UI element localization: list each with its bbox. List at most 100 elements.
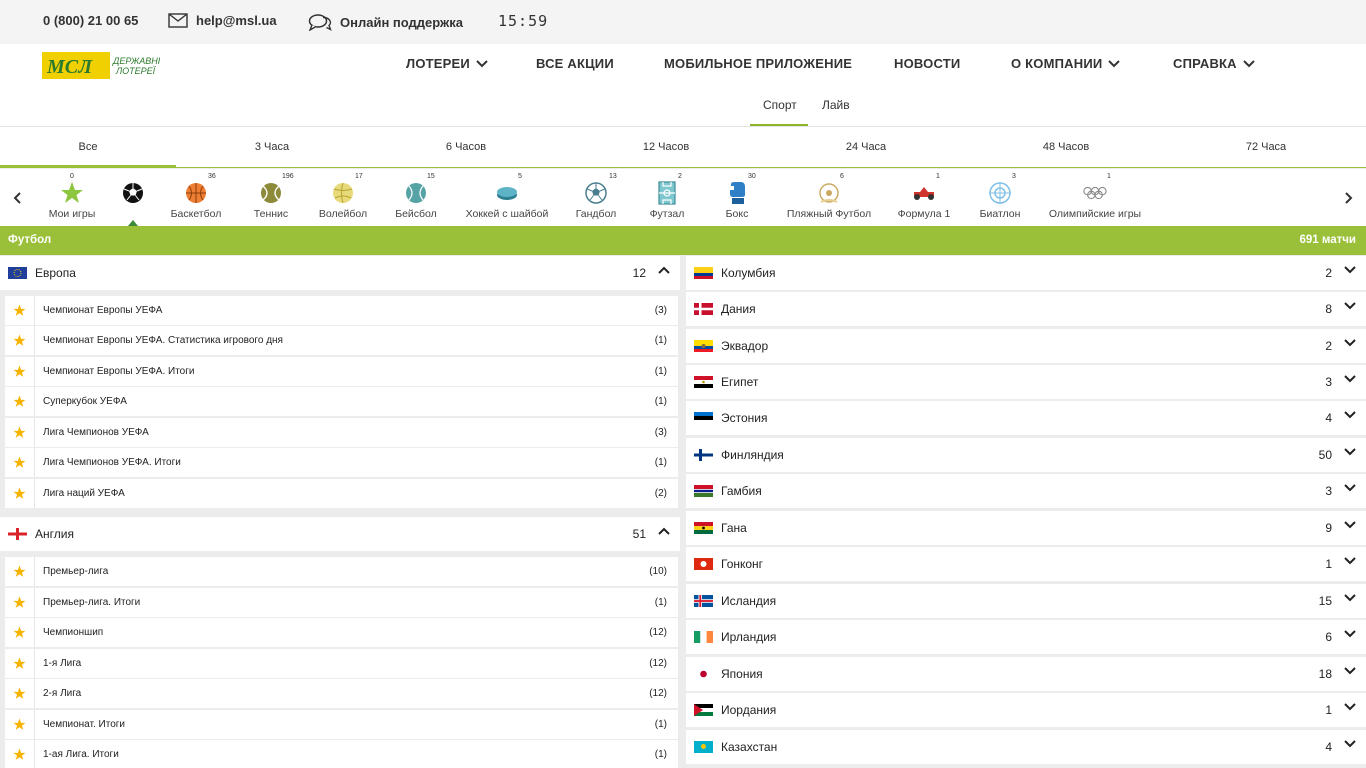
- hockey-puck-icon: [495, 181, 519, 205]
- nav-mobile-app[interactable]: МОБИЛЬНОЕ ПРИЛОЖЕНИЕ: [664, 56, 852, 71]
- country-row-jordan[interactable]: Иордания 1: [686, 693, 1366, 727]
- sport-handball[interactable]: 13 Гандбол: [574, 169, 618, 226]
- country-row-finland[interactable]: Финляндия 50: [686, 438, 1366, 472]
- timeframe-all[interactable]: Все: [79, 141, 98, 153]
- japan-flag-icon: [694, 668, 713, 680]
- timeframe-6h[interactable]: 6 Часов: [446, 141, 486, 153]
- sport-basketball[interactable]: 36 Баскетбол: [168, 169, 224, 226]
- favorite-star-icon[interactable]: [5, 448, 35, 477]
- country-row-ecuador[interactable]: Эквадор 2: [686, 329, 1366, 363]
- country-row-ghana[interactable]: Гана 9: [686, 511, 1366, 545]
- carousel-next-button[interactable]: [1332, 169, 1366, 226]
- country-row-gambia[interactable]: Гамбия 3: [686, 474, 1366, 508]
- phone-number[interactable]: 0 (800) 21 00 65: [43, 13, 138, 28]
- timeframe-48h[interactable]: 48 Часов: [1043, 141, 1089, 153]
- league-row[interactable]: 1-ая Лига. Итоги (1): [5, 740, 678, 768]
- country-row-iceland[interactable]: Исландия 15: [686, 584, 1366, 618]
- league-row[interactable]: Чемпионат. Итоги (1): [5, 710, 678, 739]
- england-flag-icon: [8, 528, 27, 540]
- league-row[interactable]: Чемпионат Европы УЕФА. Итоги (1): [5, 357, 678, 386]
- sport-boxing[interactable]: 30 Бокс: [722, 169, 756, 226]
- timeframe-filter: Все 3 Часа 6 Часов 12 Часов 24 Часа 48 Ч…: [0, 127, 1366, 168]
- league-row[interactable]: Лига наций УЕФА (2): [5, 479, 678, 508]
- ghana-flag-icon: [694, 522, 713, 534]
- online-support-link[interactable]: Онлайн поддержка: [308, 13, 463, 31]
- email-link[interactable]: help@msl.ua: [168, 13, 277, 28]
- league-row[interactable]: Суперкубок УЕФА (1): [5, 387, 678, 416]
- ireland-flag-icon: [694, 631, 713, 643]
- favorite-star-icon[interactable]: [5, 296, 35, 325]
- favorite-star-icon[interactable]: [5, 418, 35, 447]
- favorite-star-icon[interactable]: [5, 326, 35, 355]
- chevron-down-icon: [1344, 411, 1356, 419]
- league-row[interactable]: Лига Чемпионов УЕФА. Итоги (1): [5, 448, 678, 477]
- chevron-down-icon: [1344, 740, 1356, 748]
- country-row-kazakhstan[interactable]: Казахстан 4: [686, 730, 1366, 764]
- tennis-ball-icon: [259, 181, 283, 205]
- favorite-star-icon[interactable]: [5, 649, 35, 678]
- country-row-ireland[interactable]: Ирландия 6: [686, 620, 1366, 654]
- favorite-star-icon[interactable]: [5, 357, 35, 386]
- tab-sport[interactable]: Спорт: [763, 98, 797, 112]
- country-row-estonia[interactable]: Эстония 4: [686, 401, 1366, 435]
- timeframe-24h[interactable]: 24 Часа: [846, 141, 886, 153]
- nav-all-promos[interactable]: ВСЕ АКЦИИ: [536, 56, 614, 71]
- league-row[interactable]: Чемпионшип (12): [5, 618, 678, 647]
- favorite-star-icon[interactable]: [5, 679, 35, 708]
- country-row-japan[interactable]: Япония 18: [686, 657, 1366, 691]
- timeframe-72h[interactable]: 72 Часа: [1246, 141, 1286, 153]
- sport-beach-soccer[interactable]: 6 Пляжный Футбол: [784, 169, 874, 226]
- favorite-star-icon[interactable]: [5, 740, 35, 768]
- mode-tabs: Спорт Лайв: [0, 86, 1366, 127]
- sport-olympics[interactable]: 1 Олимпийские игры: [1046, 169, 1144, 226]
- favorite-star-icon[interactable]: [5, 557, 35, 586]
- sport-futsal[interactable]: 2 Футзал: [646, 169, 688, 226]
- favorite-star-icon[interactable]: [5, 618, 35, 647]
- star-icon: [60, 181, 84, 205]
- favorite-star-icon[interactable]: [5, 588, 35, 617]
- colombia-flag-icon: [694, 267, 713, 279]
- favorite-star-icon[interactable]: [5, 479, 35, 508]
- country-row-egypt[interactable]: Египет 3: [686, 365, 1366, 399]
- msl-logo[interactable]: МСЛ ДЕРЖАВНІ ЛОТЕРЕЇ: [42, 52, 161, 79]
- league-row[interactable]: 2-я Лига (12): [5, 679, 678, 708]
- timeframe-active-indicator: [0, 165, 176, 168]
- sport-football[interactable]: [118, 169, 148, 226]
- league-row[interactable]: Премьер-лига (10): [5, 557, 678, 586]
- sport-tennis[interactable]: 196 Теннис: [250, 169, 294, 226]
- carousel-prev-button[interactable]: [0, 169, 34, 226]
- timeframe-3h[interactable]: 3 Часа: [255, 141, 289, 153]
- group-header-england[interactable]: Англия 51: [0, 517, 680, 551]
- country-row-denmark[interactable]: Дания 8: [686, 292, 1366, 326]
- sport-formula1[interactable]: 1 Формула 1: [896, 169, 952, 226]
- sports-carousel: 0 Мои игры 36 Баскетбол 196 Теннис 17 Во…: [0, 169, 1366, 226]
- gambia-flag-icon: [694, 485, 713, 497]
- nav-company[interactable]: О КОМПАНИИ: [1011, 56, 1121, 71]
- timeframe-12h[interactable]: 12 Часов: [643, 141, 689, 153]
- sport-volleyball[interactable]: 17 Волейбол: [318, 169, 368, 226]
- league-row[interactable]: 1-я Лига (12): [5, 649, 678, 678]
- country-row-hong-kong[interactable]: Гонконг 1: [686, 547, 1366, 581]
- sport-biathlon[interactable]: 3 Биатлон: [976, 169, 1024, 226]
- league-row[interactable]: Лига Чемпионов УЕФА (3): [5, 418, 678, 447]
- nav-news[interactable]: НОВОСТИ: [894, 56, 960, 71]
- active-tab-indicator: [750, 124, 808, 126]
- league-row[interactable]: Премьер-лига. Итоги (1): [5, 588, 678, 617]
- group-header-europe[interactable]: Европа 12: [0, 256, 680, 290]
- sport-my-games[interactable]: 0 Мои игры: [42, 169, 102, 226]
- boxing-glove-icon: [725, 181, 749, 205]
- baseball-icon: [404, 181, 428, 205]
- favorite-star-icon[interactable]: [5, 387, 35, 416]
- chevron-up-icon: [658, 527, 670, 535]
- sport-ice-hockey[interactable]: 5 Хоккей с шайбой: [463, 169, 551, 226]
- sport-baseball[interactable]: 15 Бейсбол: [393, 169, 439, 226]
- tab-live[interactable]: Лайв: [822, 98, 850, 112]
- league-row[interactable]: Чемпионат Европы УЕФА (3): [5, 296, 678, 325]
- country-row-colombia[interactable]: Колумбия 2: [686, 256, 1366, 290]
- chevron-down-icon: [1344, 375, 1356, 383]
- nav-lotteries[interactable]: ЛОТЕРЕИ: [406, 56, 488, 71]
- league-row[interactable]: Чемпионат Европы УЕФА. Статистика игрово…: [5, 326, 678, 355]
- nav-help[interactable]: СПРАВКА: [1173, 56, 1255, 71]
- chat-icon: [308, 14, 332, 31]
- favorite-star-icon[interactable]: [5, 710, 35, 739]
